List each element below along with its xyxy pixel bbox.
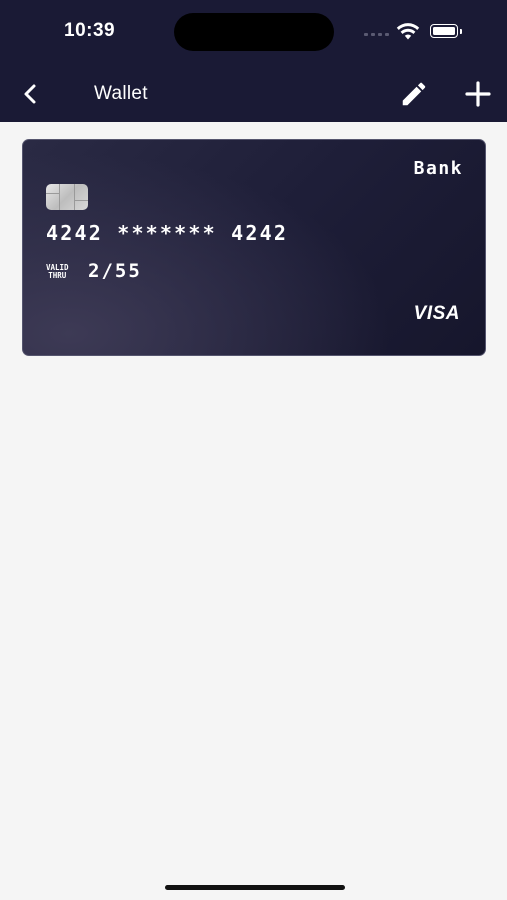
back-button[interactable] [14, 78, 46, 110]
card-bank-name: Bank [413, 158, 463, 179]
card-number: 4242 ******* 4242 [46, 221, 289, 245]
dynamic-island [174, 13, 334, 51]
status-time: 10:39 [64, 20, 116, 41]
page-title: Wallet [94, 83, 148, 104]
cellular-signal-icon [364, 33, 389, 36]
plus-icon [465, 81, 491, 107]
card-network-logo: VISA [413, 303, 460, 324]
battery-tip [460, 29, 462, 34]
wifi-icon [396, 23, 420, 40]
valid-label-line2: THRU [48, 271, 67, 280]
edit-button[interactable] [396, 77, 432, 111]
credit-card[interactable]: Bank 4242 ******* 4242 VALID THRU 2/55 V… [22, 139, 486, 356]
chip-icon [46, 184, 88, 210]
nav-bar: Wallet [0, 66, 507, 122]
wallet-screen: 10:39 Wallet Bank 4242 ******* 4242 VALI… [0, 0, 507, 900]
card-expiry: 2/55 [88, 260, 142, 282]
status-bar: 10:39 [0, 0, 507, 66]
add-button[interactable] [460, 77, 496, 111]
pencil-icon [402, 82, 426, 106]
battery-icon [430, 24, 458, 38]
chevron-left-icon [24, 84, 36, 104]
home-indicator [165, 885, 345, 890]
valid-thru-label: VALID THRU [46, 264, 69, 280]
